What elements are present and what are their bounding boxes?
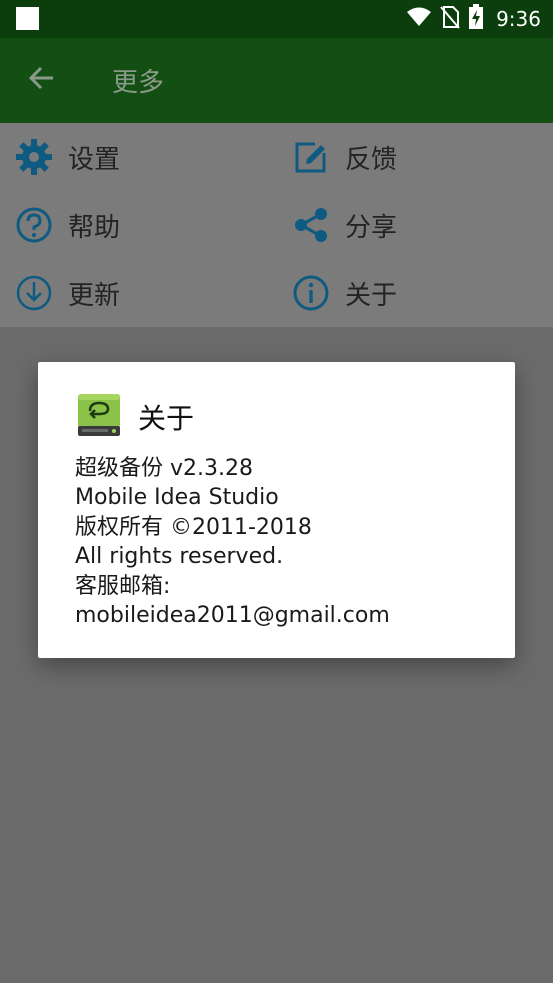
copyright-text: 版权所有 ©2011-2018 — [75, 514, 312, 540]
menu-item-feedback[interactable]: 反馈 — [277, 123, 397, 191]
menu-item-label: 分享 — [345, 212, 398, 243]
dialog-title: 关于 — [138, 402, 195, 435]
app-version-text: 超级备份 v2.3.28 — [75, 456, 253, 481]
menu-item-label: 设置 — [68, 144, 121, 175]
status-time: 9:36 — [496, 7, 541, 31]
battery-charging-icon — [468, 4, 484, 34]
gear-icon — [14, 137, 54, 177]
menu-grid: 设置 反馈 帮助 分享 更新 关于 — [0, 123, 553, 327]
back-button[interactable] — [20, 58, 64, 102]
menu-item-help[interactable]: 帮助 — [0, 191, 120, 259]
screen: 9:36 更多 设置 反馈 帮助 分享 更新 关于 关于 超级备份 v2.3.2… — [0, 0, 553, 983]
menu-item-settings[interactable]: 设置 — [0, 123, 120, 191]
edit-icon — [291, 137, 331, 177]
no-sim-icon — [440, 5, 460, 33]
help-circle-icon — [14, 205, 54, 245]
menu-item-update[interactable]: 更新 — [0, 259, 120, 327]
wifi-icon — [406, 7, 432, 31]
menu-item-label: 帮助 — [68, 212, 121, 243]
menu-item-label: 反馈 — [345, 144, 398, 175]
support-email-address: mobileidea2011@gmail.com — [75, 603, 390, 629]
dialog-body: 超级备份 v2.3.28 Mobile Idea Studio 版权所有 ©20… — [75, 454, 390, 630]
studio-name-text: Mobile Idea Studio — [75, 485, 279, 511]
status-bar: 9:36 — [0, 0, 553, 38]
share-icon — [291, 205, 331, 245]
menu-item-about[interactable]: 关于 — [277, 259, 397, 327]
notification-icon — [16, 7, 39, 30]
app-logo-icon — [76, 392, 122, 442]
support-email-label: 客服邮箱: — [75, 573, 171, 599]
status-icons: 9:36 — [406, 4, 541, 34]
menu-item-label: 更新 — [68, 280, 121, 311]
app-bar: 更多 — [0, 38, 553, 123]
about-dialog: 关于 超级备份 v2.3.28 Mobile Idea Studio 版权所有 … — [38, 362, 515, 658]
info-circle-icon — [291, 273, 331, 313]
page-title: 更多 — [112, 68, 165, 98]
arrow-left-icon — [28, 64, 56, 96]
dialog-header: 关于 — [76, 392, 194, 442]
rights-text: All rights reserved. — [75, 544, 284, 570]
menu-item-share[interactable]: 分享 — [277, 191, 397, 259]
menu-item-label: 关于 — [345, 280, 398, 311]
download-circle-icon — [14, 273, 54, 313]
